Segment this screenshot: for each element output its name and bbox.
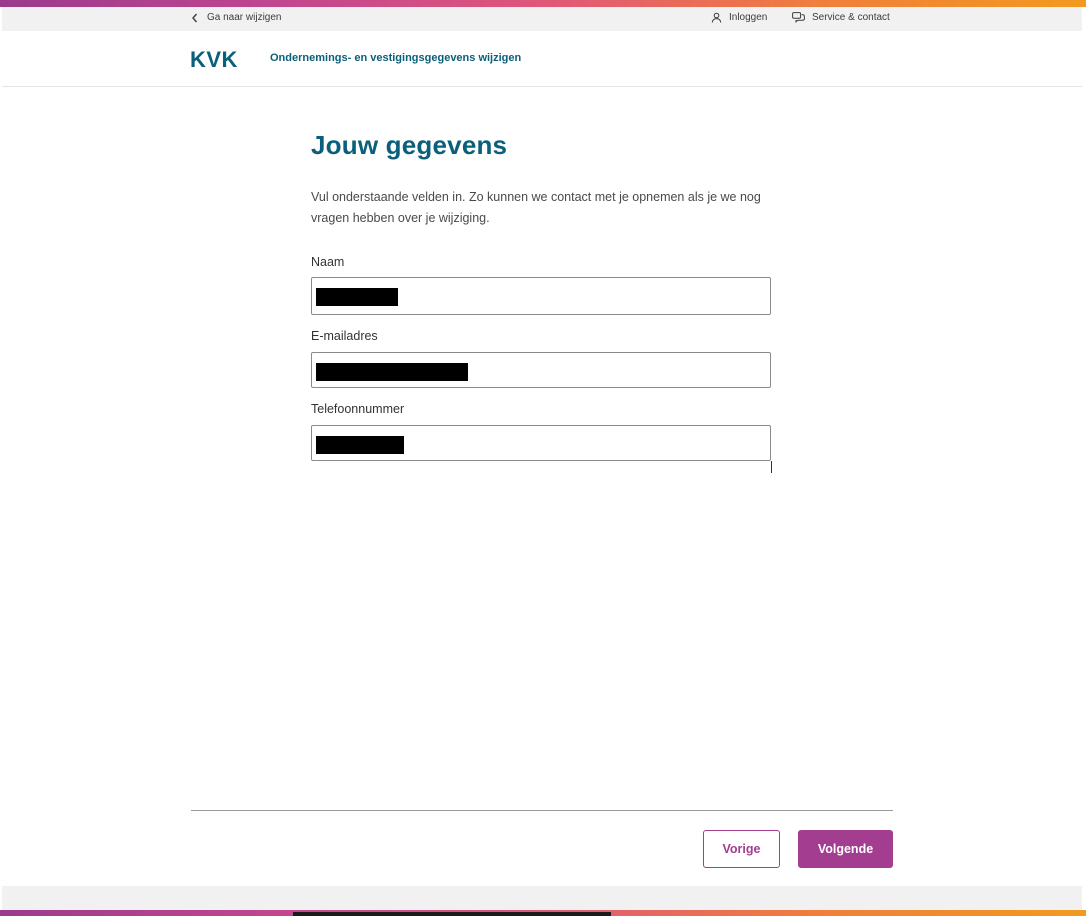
- redacted-value: [316, 288, 398, 306]
- back-link-label: Ga naar wijzigen: [207, 12, 282, 23]
- chat-bubbles-icon: [792, 12, 805, 23]
- footer-band: [2, 886, 1082, 910]
- phone-input[interactable]: [311, 425, 771, 461]
- service-contact-link[interactable]: Service & contact: [792, 12, 890, 23]
- email-label: E-mailadres: [311, 329, 378, 343]
- page-title: Jouw gegevens: [311, 130, 508, 160]
- login-link[interactable]: Inloggen: [711, 12, 767, 23]
- back-link[interactable]: Ga naar wijzigen: [191, 12, 281, 23]
- service-title: Ondernemings- en vestigingsgegevens wijz…: [270, 52, 522, 64]
- svg-text:KVK: KVK: [190, 50, 238, 68]
- top-utility-bar: Ga naar wijzigen Inloggen Service & cont…: [2, 7, 1082, 31]
- site-header: KVK Ondernemings- en vestigingsgegevens …: [2, 31, 1082, 87]
- login-label: Inloggen: [729, 12, 768, 23]
- intro-text: Vul onderstaande velden in. Zo kunnen we…: [311, 190, 761, 225]
- name-input[interactable]: [311, 277, 771, 315]
- user-icon: [711, 12, 722, 23]
- service-contact-label: Service & contact: [812, 12, 890, 23]
- clipped-edge: [771, 461, 772, 473]
- previous-button[interactable]: Vorige: [703, 830, 780, 868]
- kvk-logo[interactable]: KVK: [190, 47, 259, 73]
- email-input[interactable]: [311, 352, 771, 388]
- footer-divider: [191, 810, 893, 811]
- bottom-dark-bar: [293, 912, 611, 916]
- next-button[interactable]: Volgende: [798, 830, 893, 868]
- top-gradient-stripe: [0, 0, 1086, 7]
- redacted-value: [316, 363, 468, 381]
- redacted-value: [316, 436, 404, 454]
- name-label: Naam: [311, 255, 345, 269]
- chevron-left-icon: [192, 13, 198, 22]
- phone-label: Telefoonnummer: [311, 402, 405, 416]
